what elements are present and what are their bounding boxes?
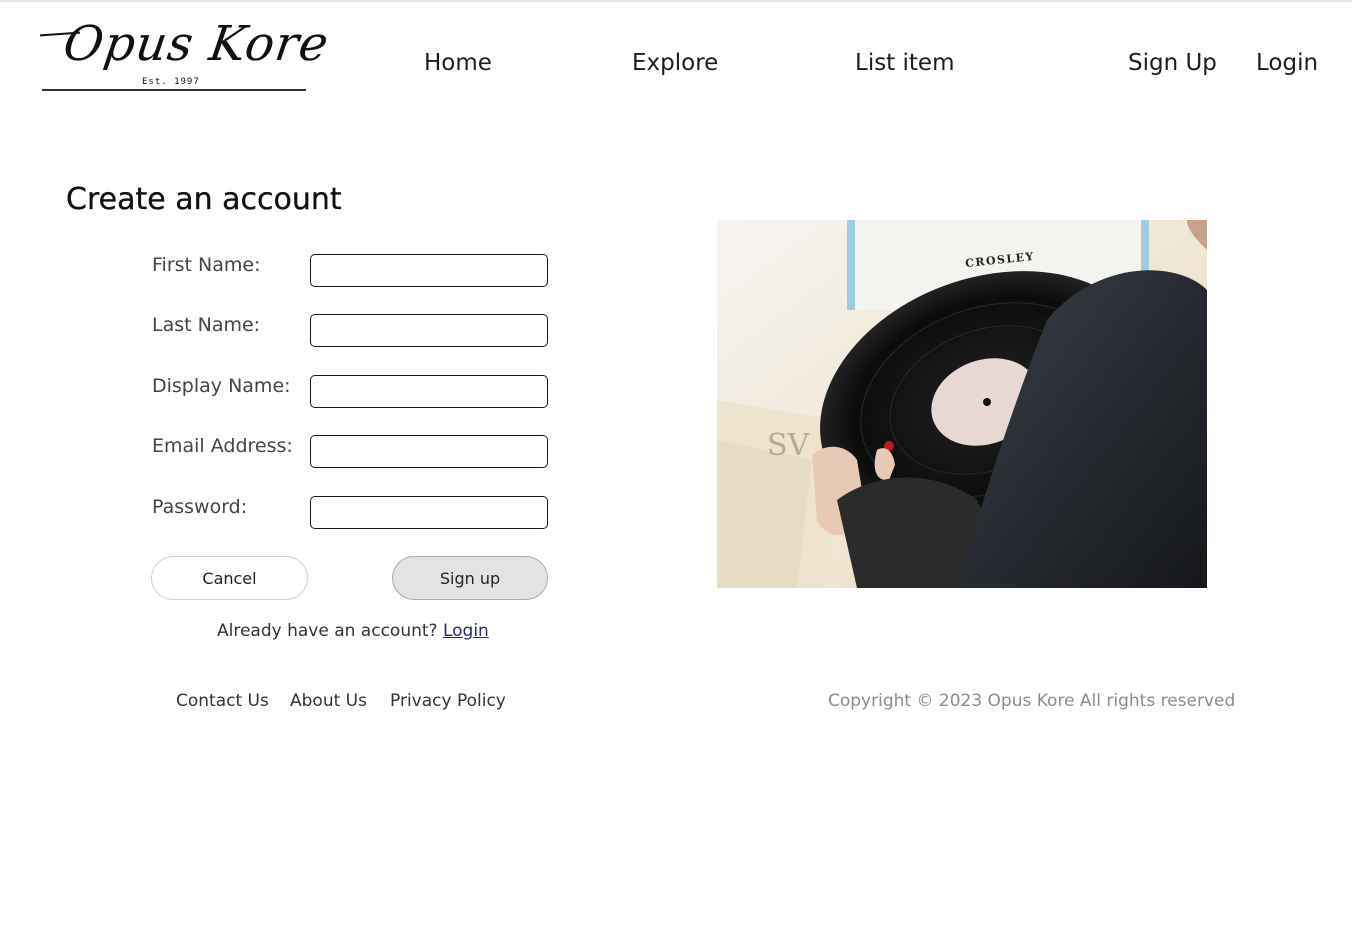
site-logo[interactable]: Opus Kore Est. 1997 [39, 16, 333, 94]
nav-home[interactable]: Home [424, 50, 492, 76]
nav-sign-up[interactable]: Sign Up [1128, 50, 1217, 76]
display-name-input[interactable] [310, 375, 548, 408]
first-name-input[interactable] [310, 254, 548, 287]
top-border [0, 0, 1352, 2]
login-link[interactable]: Login [443, 621, 489, 641]
first-name-label: First Name: [152, 254, 261, 276]
password-input[interactable] [310, 496, 548, 529]
sign-up-button[interactable]: Sign up [392, 556, 548, 600]
footer-about-link[interactable]: About Us [290, 691, 367, 711]
display-name-label: Display Name: [152, 375, 291, 397]
hero-vinyl-image: CROSLEY SV [717, 220, 1207, 588]
magazine-letters: SV [767, 428, 811, 463]
password-label: Password: [152, 496, 248, 518]
vinyl-illustration: CROSLEY SV [717, 220, 1207, 588]
footer-privacy-link[interactable]: Privacy Policy [390, 691, 506, 711]
cancel-button[interactable]: Cancel [151, 556, 308, 600]
login-prompt: Already have an account? Login [217, 621, 489, 641]
logo-established: Est. 1997 [142, 77, 200, 87]
copyright-text: Copyright © 2023 Opus Kore All rights re… [828, 691, 1236, 711]
email-label: Email Address: [152, 435, 293, 457]
nav-list-item[interactable]: List item [855, 50, 954, 76]
nav-explore[interactable]: Explore [632, 50, 718, 76]
logo-underline [42, 89, 306, 91]
last-name-input[interactable] [310, 314, 548, 347]
footer-contact-link[interactable]: Contact Us [176, 691, 269, 711]
email-input[interactable] [310, 435, 548, 468]
login-prompt-text: Already have an account? [217, 621, 438, 641]
nav-login[interactable]: Login [1256, 50, 1318, 76]
logo-wordmark: Opus Kore [60, 16, 333, 72]
last-name-label: Last Name: [152, 314, 261, 336]
page-title: Create an account [66, 182, 342, 217]
